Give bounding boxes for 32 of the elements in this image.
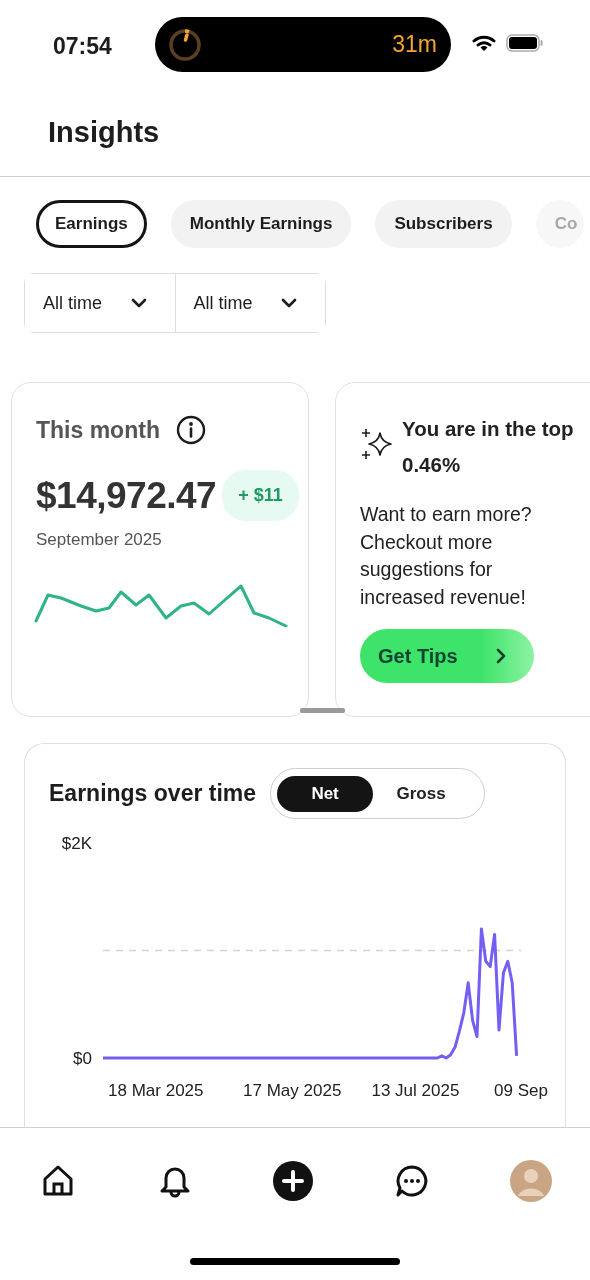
segment-option[interactable]: Net bbox=[277, 775, 374, 812]
status-time: 07:54 bbox=[53, 32, 112, 61]
chevron-down-icon bbox=[130, 298, 147, 308]
time-range-dropdown[interactable]: All time bbox=[174, 274, 325, 332]
axis-label: $0 bbox=[73, 1049, 92, 1068]
add-icon[interactable] bbox=[273, 1161, 313, 1201]
period-label: September 2025 bbox=[36, 529, 163, 551]
timer-text: 31m bbox=[392, 30, 437, 60]
page-title: Insights bbox=[48, 114, 160, 150]
timer-icon bbox=[167, 26, 203, 63]
wifi-icon bbox=[472, 34, 496, 52]
info-icon bbox=[175, 415, 206, 446]
battery-icon bbox=[506, 33, 544, 53]
axis-label: $2K bbox=[61, 834, 92, 853]
filter-chip[interactable]: Subscribers bbox=[375, 200, 512, 248]
card-title: This month bbox=[36, 416, 160, 445]
get-tips-button[interactable]: Get Tips bbox=[360, 629, 534, 683]
tips-text: Want to earn more? Checkout more suggestions for increased revenue! bbox=[360, 502, 533, 610]
axis-label: 09 Sep bbox=[494, 1081, 548, 1100]
change-badge: + $11 bbox=[222, 469, 299, 521]
axis-label: 17 May 2025 bbox=[243, 1081, 342, 1100]
scroll-indicator bbox=[300, 708, 345, 713]
earnings-amount: $14,972.47 bbox=[36, 473, 217, 518]
filter-chip[interactable]: Monthly Earnings bbox=[170, 200, 352, 248]
axis-label: 18 Mar 2025 bbox=[108, 1081, 204, 1100]
chevron-down-icon bbox=[281, 298, 297, 308]
axis-label: 13 Jul 2025 bbox=[371, 1081, 460, 1100]
chart-title: Earnings over time bbox=[49, 779, 257, 809]
chevron-right-icon bbox=[496, 648, 506, 664]
segment-option[interactable]: Gross bbox=[373, 775, 470, 812]
filter-chip[interactable]: Earnings bbox=[36, 200, 147, 248]
tips-headline: You are in the top 0.46% bbox=[402, 416, 574, 478]
